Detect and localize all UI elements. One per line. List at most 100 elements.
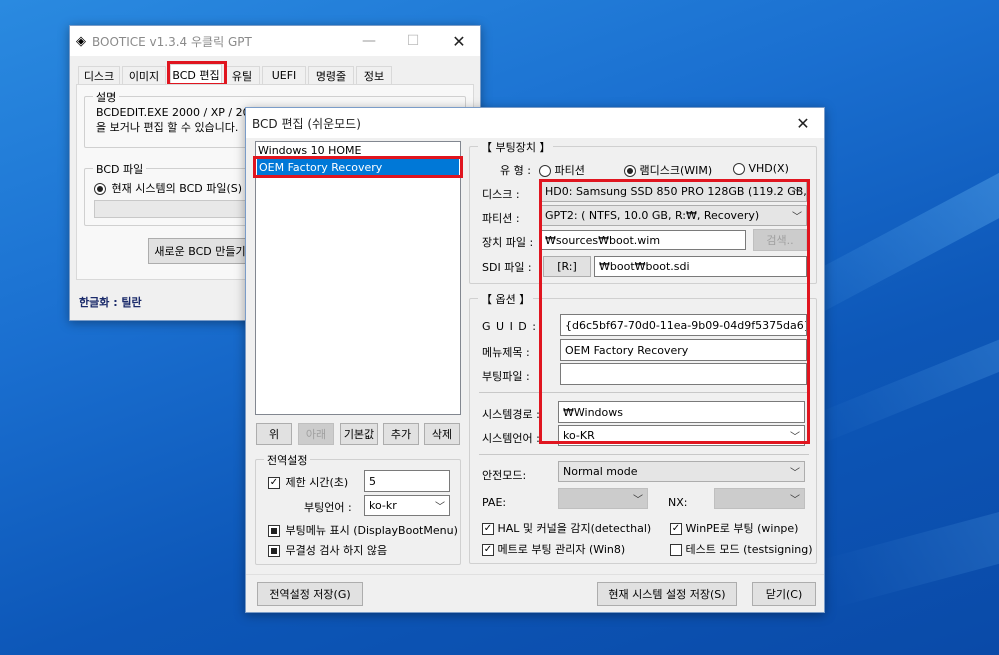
bcd-edit-dialog: BCD 편집 (쉬운모드) ✕ Windows 10 HOME OEM Fact… [245, 107, 825, 613]
delete-entry-label: 삭제 [431, 428, 453, 441]
minimize-icon[interactable]: — [346, 26, 392, 56]
test-mode-checkbox[interactable]: 테스트 모드 (testsigning) [670, 541, 813, 557]
tab-info[interactable]: 정보 [356, 66, 392, 84]
tab-image[interactable]: 이미지 [122, 66, 166, 84]
options-separator [479, 454, 809, 455]
partition-label: 파티션 : [482, 212, 520, 225]
checkbox-checked-icon: ✓ [670, 523, 682, 535]
set-default-label: 기본값 [343, 428, 375, 441]
wallpaper-light-streak [820, 497, 999, 609]
checkbox-checked-icon: ✓ [482, 523, 494, 535]
nx-select[interactable]: ﹀ [714, 488, 805, 509]
delete-entry-button[interactable]: 삭제 [424, 423, 460, 445]
save-current-label: 현재 시스템 설정 저장(S) [608, 588, 726, 601]
bcd-file-group-title: BCD 파일 [93, 161, 147, 177]
set-default-button[interactable]: 기본값 [340, 423, 378, 445]
tab-uefi[interactable]: UEFI [262, 66, 306, 84]
metro-boot-checkbox[interactable]: ✓ 메트로 부팅 관리자 (Win8) [482, 541, 625, 557]
tab-label: UEFI [271, 69, 297, 82]
winpe-label: WinPE로 부팅 (winpe) [685, 522, 799, 535]
highlight-box-selected-entry [253, 156, 463, 178]
move-down-button[interactable]: 아래 [298, 423, 334, 445]
metro-boot-label: 메트로 부팅 관리자 (Win8) [497, 543, 626, 556]
display-boot-menu-label: 부팅메뉴 표시 (DisplayBootMenu) [285, 524, 458, 537]
description-text-line2: 을 보거나 편집 할 수 있습니다. [96, 121, 239, 134]
winpe-checkbox[interactable]: ✓ WinPE로 부팅 (winpe) [670, 520, 798, 536]
sdi-file-label: SDI 파일 : [482, 261, 532, 274]
boot-file-label: 부팅파일 : [482, 370, 530, 383]
checkbox-indeterminate-icon [268, 525, 280, 537]
korean-translator-credit: 한글화 : 틸란 [79, 296, 142, 309]
no-integrity-checkbox[interactable]: 무결성 검사 하지 않음 [268, 542, 387, 558]
move-up-label: 위 [268, 428, 280, 441]
global-settings-title: 전역설정 [264, 452, 311, 468]
dialog-title: BCD 편집 (쉬운모드) [252, 116, 361, 131]
safe-mode-select[interactable]: Normal mode ﹀ [558, 461, 805, 482]
detect-hal-label: HAL 및 커널을 감지(detecthal) [497, 522, 652, 535]
tab-disk[interactable]: 디스크 [78, 66, 120, 84]
save-global-button[interactable]: 전역설정 저장(G) [257, 582, 363, 606]
description-group-title: 설명 [93, 89, 120, 105]
radio-button-icon [94, 183, 106, 195]
chevron-down-icon: ﹀ [790, 494, 800, 506]
boot-language-select[interactable]: ko-kr ﹀ [364, 495, 450, 516]
tab-label: 명령줄 [315, 69, 347, 83]
type-ramdisk-radio[interactable]: 램디스크(WIM) [624, 162, 712, 178]
save-current-system-button[interactable]: 현재 시스템 설정 저장(S) [597, 582, 737, 606]
timeout-checkbox[interactable]: ✓ 제한 시간(초) [268, 474, 348, 490]
boot-device-group-title: 【 부팅장치 】 [478, 139, 554, 155]
boot-language-value: ko-kr [369, 499, 397, 512]
system-language-label: 시스템언어 : [482, 432, 540, 445]
close-dialog-button[interactable]: 닫기(C) [752, 582, 816, 606]
app-logo-icon: ◈ [76, 33, 86, 49]
display-boot-menu-checkbox[interactable]: 부팅메뉴 표시 (DisplayBootMenu) [268, 522, 458, 538]
close-dialog-label: 닫기(C) [765, 588, 803, 601]
boot-entry-list[interactable]: Windows 10 HOME OEM Factory Recovery [255, 141, 461, 415]
move-up-button[interactable]: 위 [256, 423, 292, 445]
current-system-radio-label: 현재 시스템의 BCD 파일(S) [111, 182, 243, 195]
close-icon[interactable]: ✕ [436, 26, 482, 56]
menu-title-label: 메뉴제목 : [482, 346, 530, 359]
device-file-label: 장치 파일 : [482, 236, 534, 249]
radio-button-icon [733, 163, 745, 175]
pae-label: PAE: [482, 496, 507, 509]
type-partition-radio[interactable]: 파티션 [539, 162, 585, 178]
timeout-input[interactable]: 5 [364, 470, 450, 492]
type-partition-label: 파티션 [554, 164, 585, 177]
detect-hal-checkbox[interactable]: ✓ HAL 및 커널을 감지(detecthal) [482, 520, 651, 536]
tab-command-line[interactable]: 명령줄 [308, 66, 354, 84]
pae-select[interactable]: ﹀ [558, 488, 648, 509]
no-integrity-label: 무결성 검사 하지 않음 [285, 544, 388, 557]
tab-util[interactable]: 유틸 [224, 66, 260, 84]
new-bcd-button-label: 새로운 BCD 만들기 [154, 245, 246, 258]
timeout-label: 제한 시간(초) [285, 476, 349, 489]
maximize-icon[interactable]: ☐ [390, 26, 436, 56]
tab-label: 이미지 [128, 69, 160, 83]
type-ramdisk-label: 램디스크(WIM) [639, 164, 713, 177]
main-window-title: BOOTICE v1.3.4 우클릭 GPT [92, 34, 252, 49]
safe-mode-value: Normal mode [563, 465, 638, 478]
current-system-radio[interactable]: 현재 시스템의 BCD 파일(S) [94, 180, 242, 196]
highlight-box-bcd-tab [167, 61, 227, 86]
checkbox-checked-icon: ✓ [482, 544, 494, 556]
highlight-box-device-options [539, 179, 810, 444]
guid-label: G U I D : [482, 320, 537, 333]
system-path-label: 시스템경로 : [482, 408, 540, 421]
tab-label: 정보 [363, 69, 385, 83]
dialog-titlebar: BCD 편집 (쉬운모드) ✕ [246, 108, 824, 138]
test-mode-label: 테스트 모드 (testsigning) [685, 543, 813, 556]
move-down-label: 아래 [305, 428, 327, 441]
radio-button-icon [539, 165, 551, 177]
close-icon[interactable]: ✕ [780, 108, 826, 138]
footer-separator [246, 574, 824, 575]
checkbox-checked-icon: ✓ [268, 477, 280, 489]
options-group-title: 【 옵션 】 [478, 291, 534, 307]
add-entry-button[interactable]: 추가 [383, 423, 419, 445]
type-vhd-radio[interactable]: VHD(X) [733, 162, 789, 175]
add-entry-label: 추가 [390, 428, 412, 441]
type-label: 유 형 : [500, 164, 531, 177]
save-global-label: 전역설정 저장(G) [269, 588, 351, 601]
new-bcd-button[interactable]: 새로운 BCD 만들기 [148, 238, 252, 264]
type-vhd-label: VHD(X) [748, 162, 789, 175]
chevron-down-icon: ﹀ [435, 501, 445, 513]
